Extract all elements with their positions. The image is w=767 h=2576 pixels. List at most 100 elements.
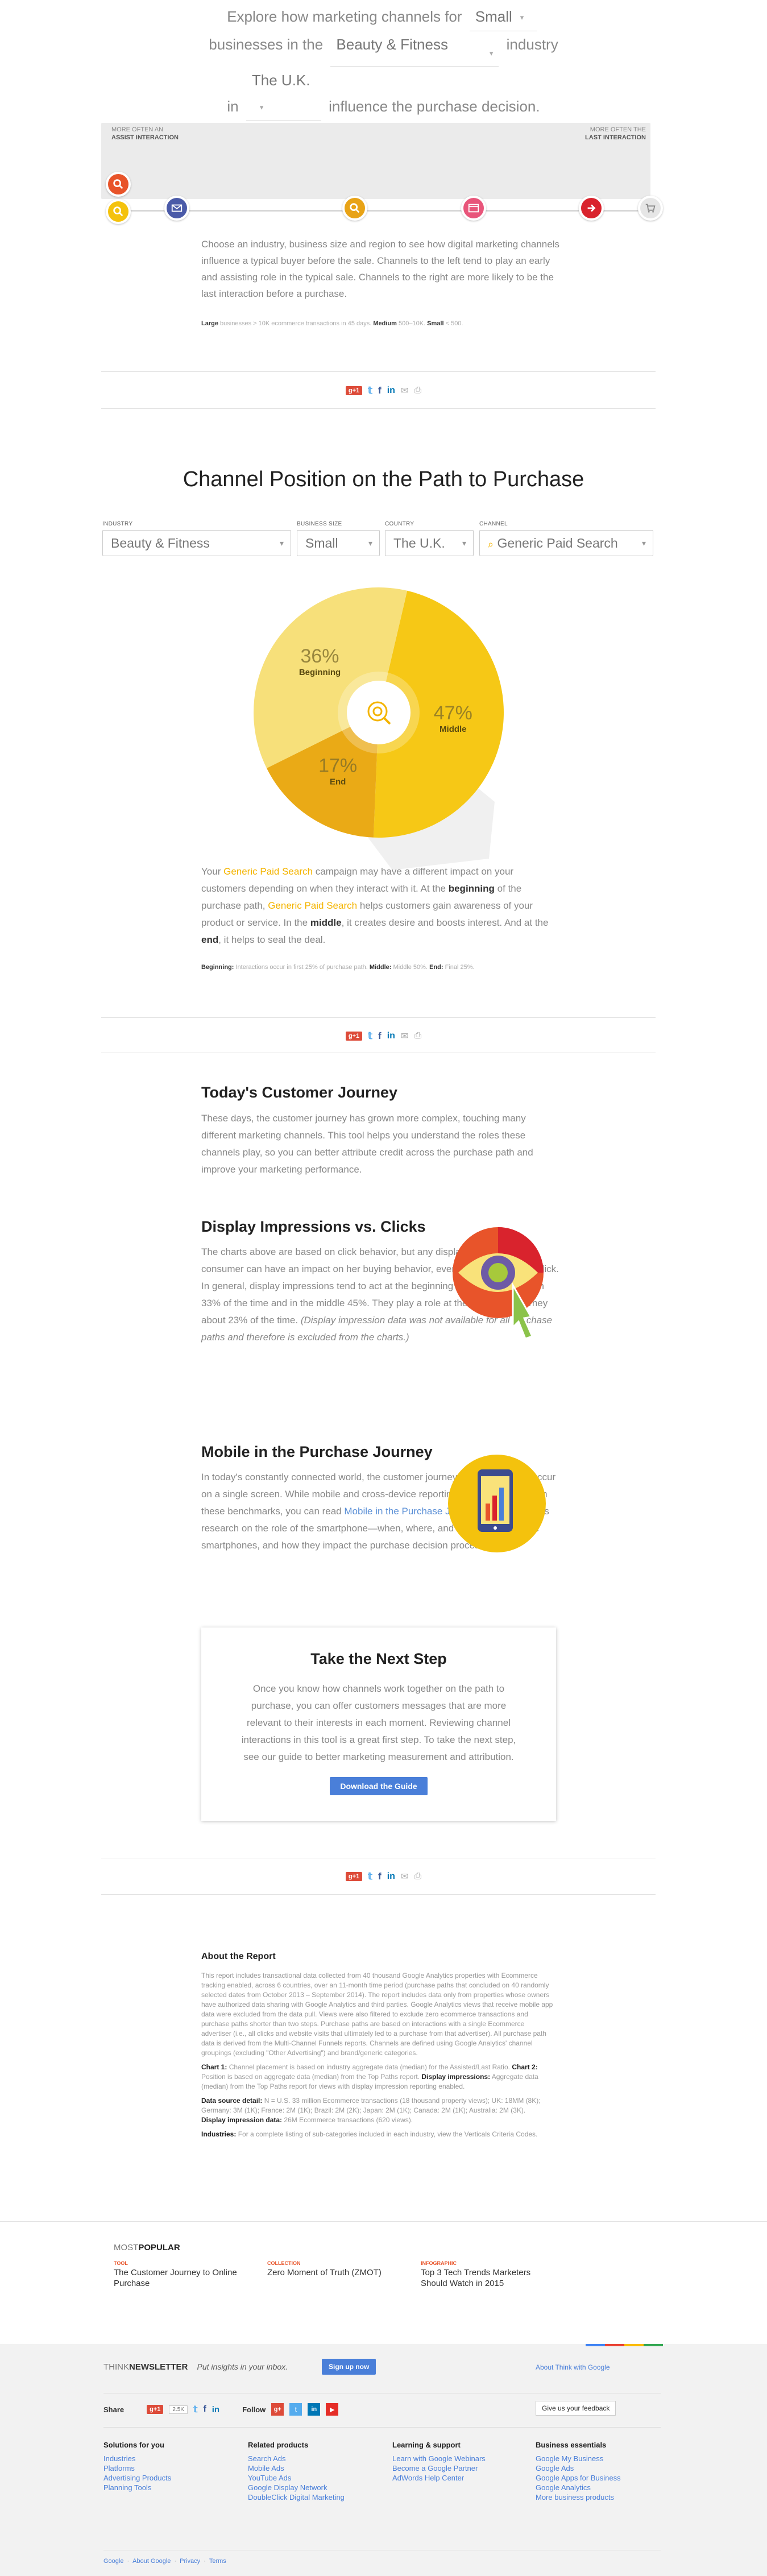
channel-paragraph: Your Generic Paid Search campaign may ha… [201, 866, 549, 945]
twitter-icon[interactable]: t [289, 2403, 302, 2416]
position-legend: Beginning: Interactions occur in first 2… [201, 964, 475, 971]
linkedin-icon[interactable]: in [387, 1031, 395, 1041]
path-node-purchase [638, 196, 663, 221]
twitter-icon[interactable]: 𝕥 [368, 385, 372, 396]
journey-title: Today's Customer Journey [201, 1084, 398, 1101]
industry-dropdown[interactable]: Beauty & Fitness ▾ [102, 530, 291, 556]
feedback-button[interactable]: Give us your feedback [536, 2401, 616, 2416]
twitter-icon[interactable]: 𝕥 [193, 2404, 197, 2415]
footer-link[interactable]: Privacy [180, 2558, 200, 2565]
share-bar: g+1 𝕥 f in ✉ ⎙ [0, 385, 767, 396]
footer-link[interactable]: More business products [536, 2492, 666, 2502]
footer-link[interactable]: Learn with Google Webinars [392, 2454, 523, 2463]
path-node-display[interactable] [461, 196, 486, 221]
chevron-down-icon: ▾ [489, 49, 494, 58]
path-node-referral[interactable] [579, 196, 604, 221]
linkedin-icon[interactable]: in [308, 2403, 321, 2416]
footer-link[interactable]: Google Apps for Business [536, 2473, 666, 2483]
divider [101, 1894, 656, 1895]
size-label: Business Size [297, 521, 342, 527]
divider [101, 1017, 656, 1018]
chevron-down-icon: ▾ [520, 13, 524, 22]
about-title: About the Report [201, 1952, 276, 1961]
footer-link[interactable]: Planning Tools [103, 2483, 234, 2492]
next-step-paragraph: Once you know how channels work together… [241, 1683, 516, 1762]
gplus-count: 2.5K [169, 2405, 188, 2414]
footer-link[interactable]: Terms [209, 2558, 226, 2565]
footer-link[interactable]: Google [103, 2558, 123, 2565]
path-node-organic-search[interactable] [342, 196, 367, 221]
region-select[interactable]: The U.K.▾ [246, 67, 321, 122]
popular-item[interactable]: COLLECTION Zero Moment of Truth (ZMOT) [267, 2260, 398, 2289]
facebook-icon[interactable]: f [203, 2404, 206, 2415]
industry-select[interactable]: Beauty & Fitness ▾ [330, 31, 499, 68]
facebook-icon[interactable]: f [378, 1871, 382, 1882]
footer-bottom-links: Google · About Google · Privacy · Terms [103, 2558, 226, 2565]
linkedin-icon[interactable]: in [387, 386, 395, 396]
linkedin-icon[interactable]: in [387, 1871, 395, 1882]
google-color-bar [586, 2344, 663, 2346]
footer-link[interactable]: Google Display Network [248, 2483, 379, 2492]
headline: Explore how marketing channels for Small… [0, 3, 767, 122]
headline-text: influence the purchase decision. [329, 98, 540, 115]
pie-center [347, 681, 411, 744]
footer-link[interactable]: Google Ads [536, 2463, 666, 2473]
linkedin-icon[interactable]: in [212, 2405, 219, 2415]
twitter-icon[interactable]: 𝕥 [368, 1871, 372, 1882]
footer-link[interactable]: YouTube Ads [248, 2473, 379, 2483]
youtube-icon[interactable]: ▶ [326, 2403, 339, 2416]
country-dropdown[interactable]: The U.K. ▾ [385, 530, 474, 556]
footer-column: Related products Search Ads Mobile Ads Y… [248, 2441, 379, 2502]
mail-icon[interactable]: ✉ [401, 1871, 408, 1882]
channel-dropdown[interactable]: ⌕ Generic Paid Search ▾ [479, 530, 653, 556]
business-size-select[interactable]: Small ▾ [469, 3, 537, 32]
pie-category-label: End [330, 777, 346, 787]
twitter-icon[interactable]: 𝕥 [368, 1030, 372, 1042]
mail-icon[interactable]: ✉ [401, 1030, 408, 1042]
footer-link[interactable]: About Google [132, 2558, 171, 2565]
popular-item[interactable]: TOOL The Customer Journey to Online Purc… [114, 2260, 244, 2289]
gplus-button[interactable]: g+1 [345, 1872, 363, 1881]
mail-icon[interactable]: ✉ [401, 385, 408, 396]
facebook-icon[interactable]: f [378, 1030, 382, 1042]
pie-value-label: 47% [434, 702, 472, 724]
signup-button[interactable]: Sign up now [322, 2359, 376, 2375]
gplus-button[interactable]: g+1 [345, 1032, 363, 1041]
footer-column: Solutions for you Industries Platforms A… [103, 2441, 234, 2492]
about-think-link[interactable]: About Think with Google [536, 2363, 610, 2371]
footer-link[interactable]: Industries [103, 2454, 234, 2463]
footer-link[interactable]: Google My Business [536, 2454, 666, 2463]
footer-link[interactable]: Search Ads [248, 2454, 379, 2463]
headline-text: businesses in the [209, 36, 324, 53]
arrow-right-icon [587, 204, 596, 212]
pie-category-label: Middle [440, 724, 467, 734]
journey-paragraph: These days, the customer journey has gro… [201, 1113, 533, 1175]
footer-link[interactable]: Become a Google Partner [392, 2463, 523, 2473]
gplus-button[interactable]: g+1 [345, 386, 363, 395]
footer-link[interactable]: DoubleClick Digital Marketing [248, 2492, 379, 2502]
download-guide-button[interactable]: Download the Guide [330, 1777, 428, 1795]
most-popular-list: TOOL The Customer Journey to Online Purc… [114, 2260, 608, 2289]
print-icon[interactable]: ⎙ [414, 1871, 421, 1882]
pie-value-label: 36% [300, 645, 339, 667]
print-icon[interactable]: ⎙ [414, 386, 421, 396]
footer-link[interactable]: Google Analytics [536, 2483, 666, 2492]
path-node-search-highlight[interactable] [106, 172, 131, 197]
footer-link[interactable]: Advertising Products [103, 2473, 234, 2483]
gplus-button[interactable]: g+1 [147, 2405, 164, 2414]
footer-column: Business essentials Google My Business G… [536, 2441, 666, 2502]
search-icon [113, 179, 123, 189]
print-icon[interactable]: ⎙ [414, 1031, 421, 1041]
path-node-generic-search[interactable] [106, 199, 131, 224]
footer-link[interactable]: Mobile Ads [248, 2463, 379, 2473]
facebook-icon[interactable]: f [378, 385, 382, 396]
path-node-email[interactable] [164, 196, 189, 221]
display-title: Display Impressions vs. Clicks [201, 1218, 426, 1235]
size-dropdown[interactable]: Small ▾ [297, 530, 380, 556]
search-icon: ⌕ [488, 539, 494, 550]
popular-item[interactable]: INFOGRAPHIC Top 3 Tech Trends Marketers … [421, 2260, 552, 2289]
cart-icon [645, 204, 656, 213]
footer-link[interactable]: AdWords Help Center [392, 2473, 523, 2483]
gplus-icon[interactable]: g+ [271, 2403, 284, 2416]
footer-link[interactable]: Platforms [103, 2463, 234, 2473]
